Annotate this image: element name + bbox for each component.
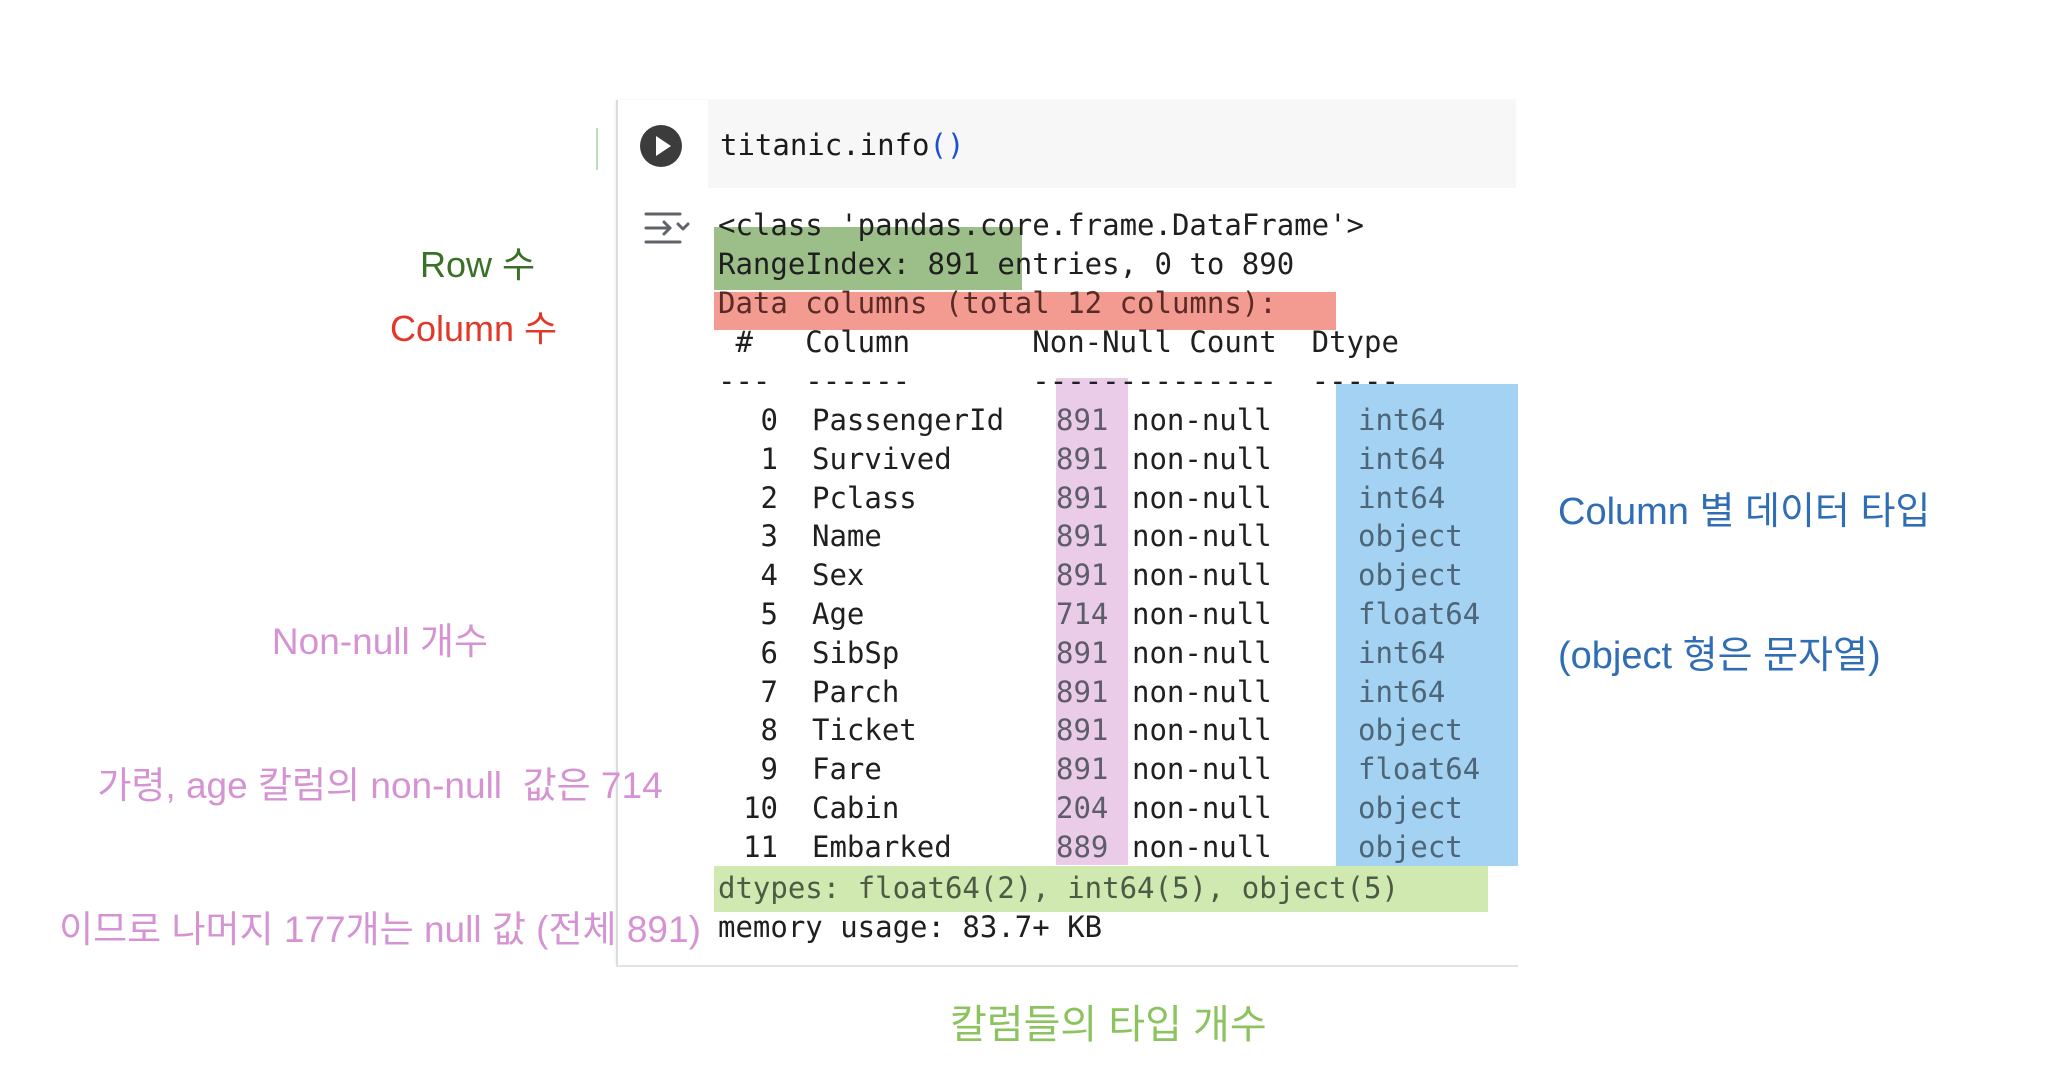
row-nonnull-count: 889 [1056, 829, 1109, 864]
row-nonnull-label: non-null [1132, 674, 1272, 709]
output-range-index: RangeIndex: 891 entries, 0 to 890 [718, 247, 1295, 281]
row-dtype: int64 [1358, 441, 1446, 476]
row-nonnull-count: 714 [1056, 597, 1109, 631]
annotation-dtype: Column 별 데이터 타입 (object 형은 문자열) [1558, 392, 1930, 728]
row-nonnull-label: non-null [1132, 558, 1272, 593]
row-nonnull-count: 891 [1056, 635, 1109, 670]
row-dtype: float64 [1358, 597, 1481, 631]
row-dtype: int64 [1358, 674, 1446, 709]
row-index: 1 [760, 441, 778, 476]
output-table-header: # Column Non-Null Count Dtype [718, 325, 1434, 359]
output-table-rows: 0 PassengerId 891 non-null int64 1 Survived 891… [718, 401, 1518, 871]
row-dtype: object [1358, 519, 1463, 554]
row-nonnull-label: non-null [1132, 752, 1272, 787]
code-parens: () [929, 128, 965, 162]
annotation-nonnull-line-2: 가령, age 칼럼의 non-null 값은 714 [97, 765, 663, 806]
output-memory-line: memory usage: 83.7+ KB [718, 910, 1103, 944]
row-column-name: Name [812, 519, 882, 554]
annotation-dtype-line-1: Column 별 데이터 타입 [1558, 491, 1931, 533]
annotation-nonnull-line-3: 이므로 나머지 177개는 null 값 (전체 891) [59, 909, 701, 950]
row-dtype: float64 [1358, 752, 1481, 787]
row-nonnull-count: 891 [1056, 403, 1109, 437]
row-nonnull-label: non-null [1132, 519, 1272, 554]
row-index: 2 [760, 480, 778, 515]
row-dtype: object [1358, 791, 1463, 825]
row-nonnull-label: non-null [1132, 403, 1272, 437]
table-row: 0 PassengerId 891 non-null int64 [718, 401, 1518, 440]
table-row: 5 Age 714 non-null float64 [718, 595, 1518, 634]
row-nonnull-count: 204 [1056, 791, 1109, 825]
run-cell-button[interactable] [640, 125, 682, 167]
table-row: 2 Pclass 891 non-null int64 [718, 479, 1518, 518]
table-row: 9 Fare 891 non-null float64 [718, 750, 1518, 789]
row-nonnull-count: 891 [1056, 480, 1109, 515]
row-nonnull-count: 891 [1056, 713, 1109, 748]
row-dtype: int64 [1358, 635, 1446, 670]
row-column-name: Embarked [812, 829, 952, 864]
row-nonnull-label: non-null [1132, 791, 1272, 825]
row-nonnull-label: non-null [1132, 713, 1272, 748]
output-data-columns: Data columns (total 12 columns): [718, 286, 1277, 320]
output-table-separator: --- ------ -------------- ----- [718, 364, 1434, 398]
row-nonnull-count: 891 [1056, 558, 1109, 593]
table-row: 7 Parch 891 non-null int64 [718, 673, 1518, 712]
row-column-name: SibSp [812, 635, 900, 670]
row-dtype: object [1358, 713, 1463, 748]
table-row: 1 Survived 891 non-null int64 [718, 440, 1518, 479]
cell-gutter-marker [596, 128, 604, 170]
table-row: 4 Sex 891 non-null object [718, 556, 1518, 595]
row-column-name: Parch [812, 674, 900, 709]
row-dtype: int64 [1358, 480, 1446, 515]
code-editor-line[interactable]: titanic.info() [720, 124, 964, 166]
table-row: 11 Embarked 889 non-null object [718, 828, 1518, 867]
row-column-name: PassengerId [812, 403, 1005, 437]
row-dtype: object [1358, 558, 1463, 593]
output-collapse-icon[interactable] [640, 208, 690, 248]
row-column-name: Age [812, 597, 865, 631]
table-row: 3 Name 891 non-null object [718, 517, 1518, 556]
table-row: 8 Ticket 891 non-null object [718, 711, 1518, 750]
row-column-name: Pclass [812, 480, 917, 515]
row-nonnull-label: non-null [1132, 635, 1272, 670]
row-column-name: Fare [812, 752, 882, 787]
row-nonnull-label: non-null [1132, 597, 1272, 631]
row-column-name: Sex [812, 558, 865, 593]
row-nonnull-label: non-null [1132, 829, 1272, 864]
row-nonnull-label: non-null [1132, 480, 1272, 515]
annotation-dtype-line-2: (object 형은 문자열) [1558, 635, 1881, 677]
annotation-column-count: Column 수 [390, 308, 558, 349]
row-nonnull-count: 891 [1056, 441, 1109, 476]
row-nonnull-count: 891 [1056, 674, 1109, 709]
row-nonnull-count: 891 [1056, 519, 1109, 554]
row-index: 0 [760, 403, 778, 437]
annotation-dtypes-count: 칼럼들의 타입 개수 [950, 1003, 1267, 1047]
code-text: titanic.info [720, 128, 930, 162]
row-column-name: Ticket [812, 713, 917, 748]
row-nonnull-count: 891 [1056, 752, 1109, 787]
annotation-row-count: Row 수 [420, 244, 536, 285]
output-class-line: <class 'pandas.core.frame.DataFrame'> [718, 208, 1365, 242]
annotation-nonnull: Non-null 개수 가령, age 칼럼의 non-null 값은 714 … [20, 522, 740, 1002]
play-icon [656, 136, 671, 156]
row-dtype: int64 [1358, 403, 1446, 437]
table-row: 6 SibSp 891 non-null int64 [718, 634, 1518, 673]
cell-bottom-border [616, 965, 1518, 967]
cell-output: <class 'pandas.core.frame.DataFrame'> Ra… [718, 206, 1480, 944]
row-column-name: Cabin [812, 791, 900, 825]
row-nonnull-label: non-null [1132, 441, 1272, 476]
table-row: 10 Cabin 204 non-null object [718, 789, 1518, 828]
row-dtype: object [1358, 829, 1463, 864]
annotation-nonnull-line-1: Non-null 개수 [271, 621, 489, 662]
row-column-name: Survived [812, 441, 952, 476]
output-dtypes-line: dtypes: float64(2), int64(5), object(5) [718, 871, 1399, 905]
